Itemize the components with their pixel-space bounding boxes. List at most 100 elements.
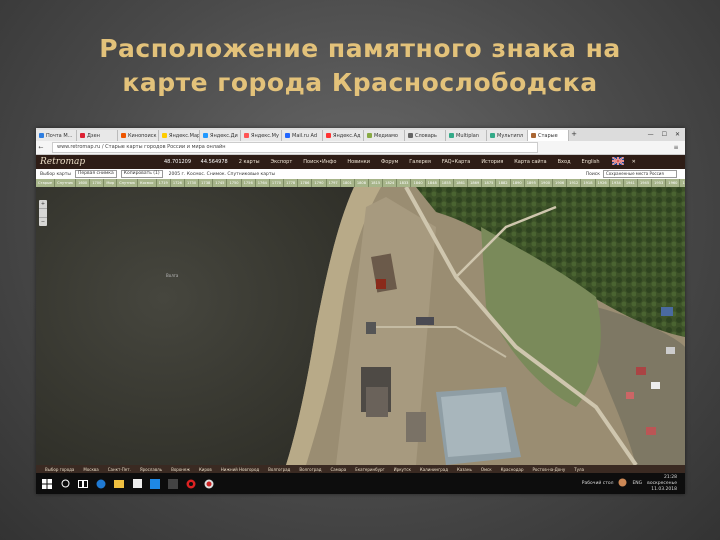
year-button[interactable]: 1840	[411, 179, 426, 187]
city-link[interactable]: Воронеж	[171, 467, 190, 472]
city-link[interactable]: Самара	[330, 467, 346, 472]
city-link[interactable]: Екатеринбург	[355, 467, 384, 472]
year-button[interactable]: Космос	[138, 179, 157, 187]
browser-tab[interactable]: Старые	[528, 130, 569, 141]
year-button[interactable]: 1797	[327, 179, 341, 187]
edge-browser-icon[interactable]	[94, 477, 108, 491]
desktop-label[interactable]: Рабочий стол	[582, 481, 614, 486]
year-button[interactable]: 1906	[553, 179, 568, 187]
year-button[interactable]: 1945	[638, 179, 653, 187]
year-button[interactable]: 1941	[624, 179, 638, 187]
year-button[interactable]: 1815	[369, 179, 384, 187]
file-explorer-icon[interactable]	[112, 477, 126, 491]
media-icon[interactable]	[148, 477, 162, 491]
year-button[interactable]: 1764	[256, 179, 270, 187]
year-button[interactable]: Спутник	[55, 179, 77, 187]
mode-select[interactable]: Копировать (1)	[120, 170, 163, 178]
year-button[interactable]: 1726	[171, 179, 185, 187]
year-button[interactable]: 1875	[482, 179, 497, 187]
zoom-slider[interactable]	[39, 208, 47, 218]
year-button[interactable]: 1770	[270, 179, 285, 187]
site-menu-item[interactable]: English	[582, 159, 600, 165]
city-link[interactable]: Ростов-на-Дону	[533, 467, 566, 472]
url-field[interactable]: www.retromap.ru / Старые карты городов Р…	[52, 142, 538, 153]
lang-indicator[interactable]: ENG	[632, 481, 642, 486]
site-menu-item[interactable]: Карта сайта	[514, 159, 546, 165]
cortana-search-icon[interactable]	[58, 477, 72, 491]
app-icon[interactable]	[166, 477, 180, 491]
taskbar-clock[interactable]: 21:28 воскресенье 11.03.2018	[647, 475, 677, 493]
site-menu-item[interactable]: Поиск•Инфо	[303, 159, 336, 165]
city-link[interactable]: Тула	[574, 467, 584, 472]
year-button[interactable]: 1833	[397, 179, 412, 187]
year-button[interactable]: 1700	[90, 179, 105, 187]
year-button[interactable]: 1745	[213, 179, 228, 187]
city-link[interactable]: Волгоград	[268, 467, 290, 472]
city-link[interactable]: Киров	[199, 467, 212, 472]
city-link[interactable]: Калининград	[420, 467, 448, 472]
site-menu-item[interactable]: FAQ•Карта	[442, 159, 470, 165]
map-type-select[interactable]: Первая снимка	[74, 170, 117, 178]
city-link[interactable]: Иркутск	[394, 467, 411, 472]
browser-tab[interactable]: Словарь	[405, 130, 446, 141]
yandex-browser-icon[interactable]	[202, 477, 216, 491]
year-button[interactable]: 1890	[511, 179, 525, 187]
year-button[interactable]: 1934	[610, 179, 624, 187]
city-link[interactable]: Выбор города	[45, 467, 74, 472]
city-link[interactable]: Санкт-Пет.	[108, 467, 131, 472]
year-button[interactable]: 1824	[383, 179, 398, 187]
browser-tab[interactable]: Яндекс.Ди	[200, 130, 241, 141]
city-link[interactable]: Казань	[457, 467, 472, 472]
year-button[interactable]: 1790	[312, 179, 327, 187]
search-input[interactable]: Сохраненные места Россия	[603, 170, 677, 178]
year-button[interactable]: 1848	[426, 179, 440, 187]
browser-tab[interactable]: Почта М...	[36, 130, 77, 141]
city-link[interactable]: Москва	[83, 467, 98, 472]
year-button[interactable]: 1882	[496, 179, 511, 187]
city-link[interactable]: Нижний Новгород	[221, 467, 259, 472]
city-link[interactable]: Ярославль	[140, 467, 162, 472]
browser-tab[interactable]: Яндекс.Му	[241, 130, 282, 141]
year-button[interactable]: Спутник	[117, 179, 139, 187]
year-button[interactable]: 1786	[298, 179, 313, 187]
tray-app-icon[interactable]	[618, 478, 627, 489]
year-button[interactable]: 1912	[567, 179, 582, 187]
year-button[interactable]: 1750	[227, 179, 242, 187]
year-button[interactable]: 1968	[680, 179, 685, 187]
city-link[interactable]: Омск	[481, 467, 492, 472]
browser-tab[interactable]: Дзен	[77, 130, 118, 141]
year-button[interactable]: 1861	[454, 179, 469, 187]
site-close-icon[interactable]: ✕	[632, 159, 636, 165]
browser-tab[interactable]: Multiplan	[446, 130, 487, 141]
browser-tab[interactable]: Кинопоиск	[118, 130, 159, 141]
satellite-map[interactable]: Волга + −	[36, 187, 685, 465]
site-logo[interactable]: Retromap	[40, 157, 160, 167]
site-menu-item[interactable]: 2 карты	[239, 159, 260, 165]
year-button[interactable]: 1778	[284, 179, 299, 187]
year-button[interactable]: 1869	[468, 179, 483, 187]
year-button[interactable]: 1960	[666, 179, 681, 187]
site-menu-item[interactable]: Вход	[558, 159, 571, 165]
year-button[interactable]: 1756	[242, 179, 256, 187]
back-icon[interactable]: ←	[36, 144, 46, 151]
close-window-button[interactable]: ✕	[675, 131, 680, 138]
browser-tab[interactable]: Яндекс.Ад	[323, 130, 364, 141]
site-menu-item[interactable]: История	[481, 159, 503, 165]
year-button[interactable]: 1719	[157, 179, 171, 187]
browser-tab[interactable]: Mail.ru Ad	[282, 130, 323, 141]
minimize-button[interactable]: —	[648, 131, 654, 138]
windows-start-icon[interactable]	[40, 477, 54, 491]
browser-tab[interactable]: Медиамо	[364, 130, 405, 141]
year-button[interactable]: 1953	[652, 179, 667, 187]
city-link[interactable]: Волгоград	[299, 467, 321, 472]
city-link[interactable]: Краснодар	[501, 467, 524, 472]
year-button[interactable]: 1738	[199, 179, 214, 187]
site-menu-item[interactable]: Новинки	[347, 159, 370, 165]
year-button[interactable]: 1895	[525, 179, 539, 187]
new-tab-button[interactable]: +	[569, 128, 579, 141]
year-button[interactable]: 1900	[539, 179, 554, 187]
site-menu-item[interactable]: Галерея	[409, 159, 431, 165]
year-button[interactable]: 1600	[76, 179, 91, 187]
zoom-out-button[interactable]: −	[39, 218, 47, 226]
maximize-button[interactable]: ☐	[662, 131, 667, 138]
